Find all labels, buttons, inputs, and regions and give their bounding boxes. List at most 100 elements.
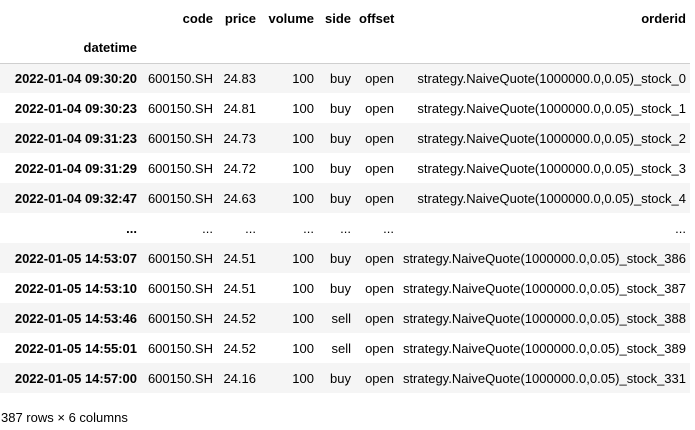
table-cell-orderid: strategy.NaiveQuote(1000000.0,0.05)_stoc… [417,190,686,206]
table-body: 2022-01-04 09:30:20 600150.SH 24.83 100 buy o… [0,63,690,393]
index-corner-cell [0,3,141,33]
table-cell-code: 600150.SH [147,190,213,206]
dataframe-table: code price volume side offset orderid da… [0,3,690,393]
table-cell-orderid: strategy.NaiveQuote(1000000.0,0.05)_stoc… [402,250,686,266]
table-cell-code: 600150.SH [147,370,213,386]
table-cell-volume: 100 [292,250,314,266]
column-header: volume [268,10,314,26]
table-cell-offset: open [365,370,394,386]
table-row: 2022-01-05 14:53:10 600150.SH 24.51 100 buy o… [0,273,690,303]
row-index-cell: 2022-01-04 09:31:23 [14,130,137,146]
table-row: 2022-01-05 14:57:00 600150.SH 24.16 100 buy o… [0,363,690,393]
table-cell-price: 24.16 [223,370,256,386]
table-cell-side: sell [331,310,351,326]
row-index-cell: 2022-01-05 14:57:00 [14,370,137,386]
table-header: code price volume side offset orderid da… [0,3,690,63]
table-cell-volume: 100 [292,190,314,206]
table-cell-price: 24.63 [223,190,256,206]
row-index-cell: 2022-01-05 14:55:01 [14,340,137,356]
table-cell-side: buy [330,190,351,206]
table-cell-side: sell [331,340,351,356]
table-row: 2022-01-04 09:31:29 600150.SH 24.72 100 buy o… [0,153,690,183]
table-cell-side: buy [330,130,351,146]
table-cell-code: 600150.SH [147,250,213,266]
row-index-cell: 2022-01-05 14:53:10 [14,280,137,296]
table-cell-offset: ... [383,220,394,236]
table-cell-price: 24.51 [223,250,256,266]
table-cell-offset: open [365,70,394,86]
column-header-row: code price volume side offset orderid [0,3,690,33]
table-cell-volume: 100 [292,130,314,146]
table-cell-side: buy [330,250,351,266]
table-cell-code: 600150.SH [147,340,213,356]
table-cell-offset: open [365,160,394,176]
table-cell-price: 24.83 [223,70,256,86]
row-index-cell: 2022-01-04 09:32:47 [14,190,137,206]
table-cell-orderid: ... [675,220,686,236]
table-cell-offset: open [365,190,394,206]
dataframe-output: code price volume side offset orderid da… [0,3,695,425]
table-cell-volume: 100 [292,280,314,296]
table-cell-price: 24.73 [223,130,256,146]
table-cell-volume: 100 [292,340,314,356]
index-name: datetime [83,40,137,56]
table-cell-code: 600150.SH [147,70,213,86]
dataframe-shape-footer: 387 rows × 6 columns [1,410,128,425]
table-row: 2022-01-05 14:53:07 600150.SH 24.51 100 buy o… [0,243,690,273]
index-name-row: datetime [0,33,690,63]
table-cell-price: 24.52 [223,340,256,356]
table-cell-code: 600150.SH [147,100,213,116]
table-cell-orderid: strategy.NaiveQuote(1000000.0,0.05)_stoc… [402,370,686,386]
table-cell-side: buy [330,100,351,116]
table-cell-orderid: strategy.NaiveQuote(1000000.0,0.05)_stoc… [402,280,686,296]
table-cell-code: 600150.SH [147,310,213,326]
table-cell-price: 24.52 [223,310,256,326]
table-row: 2022-01-04 09:32:47 600150.SH 24.63 100 buy o… [0,183,690,213]
table-cell-price: ... [245,220,256,236]
table-cell-volume: 100 [292,100,314,116]
table-cell-orderid: strategy.NaiveQuote(1000000.0,0.05)_stoc… [417,160,686,176]
table-cell-orderid: strategy.NaiveQuote(1000000.0,0.05)_stoc… [417,130,686,146]
table-cell-offset: open [365,100,394,116]
row-index-cell: 2022-01-04 09:31:29 [14,160,137,176]
table-cell-orderid: strategy.NaiveQuote(1000000.0,0.05)_stoc… [417,70,686,86]
table-cell-price: 24.81 [223,100,256,116]
table-cell-volume: ... [303,220,314,236]
row-index-cell: 2022-01-05 14:53:46 [14,310,137,326]
table-cell-price: 24.51 [223,280,256,296]
table-cell-side: buy [330,280,351,296]
table-cell-orderid: strategy.NaiveQuote(1000000.0,0.05)_stoc… [402,340,686,356]
table-cell-offset: open [365,310,394,326]
column-header: price [224,10,256,26]
table-row: 2022-01-05 14:53:46 600150.SH 24.52 100 sell… [0,303,690,333]
table-cell-volume: 100 [292,310,314,326]
column-header: side [324,10,351,26]
table-cell-price: 24.72 [223,160,256,176]
row-index-cell: 2022-01-04 09:30:20 [14,70,137,86]
table-cell-volume: 100 [292,70,314,86]
table-cell-orderid: strategy.NaiveQuote(1000000.0,0.05)_stoc… [402,310,686,326]
table-cell-side: ... [340,220,351,236]
table-cell-volume: 100 [292,370,314,386]
table-cell-offset: open [365,130,394,146]
table-row: 2022-01-04 09:30:23 600150.SH 24.81 100 buy o… [0,93,690,123]
table-row: 2022-01-04 09:30:20 600150.SH 24.83 100 buy o… [0,63,690,93]
table-cell-side: buy [330,160,351,176]
table-cell-volume: 100 [292,160,314,176]
column-header: code [182,10,213,26]
table-cell-code: 600150.SH [147,160,213,176]
table-cell-side: buy [330,370,351,386]
table-row: 2022-01-05 14:55:01 600150.SH 24.52 100 sell… [0,333,690,363]
table-cell-side: buy [330,70,351,86]
table-cell-code: ... [202,220,213,236]
row-index-cell: ... [126,220,137,236]
table-row: ..................... [0,213,690,243]
column-header: offset [359,10,395,26]
table-cell-orderid: strategy.NaiveQuote(1000000.0,0.05)_stoc… [417,100,686,116]
row-index-cell: 2022-01-05 14:53:07 [14,250,137,266]
row-index-cell: 2022-01-04 09:30:23 [14,100,137,116]
table-cell-offset: open [365,340,394,356]
table-cell-code: 600150.SH [147,130,213,146]
table-row: 2022-01-04 09:31:23 600150.SH 24.73 100 buy o… [0,123,690,153]
column-header: orderid [641,10,686,26]
